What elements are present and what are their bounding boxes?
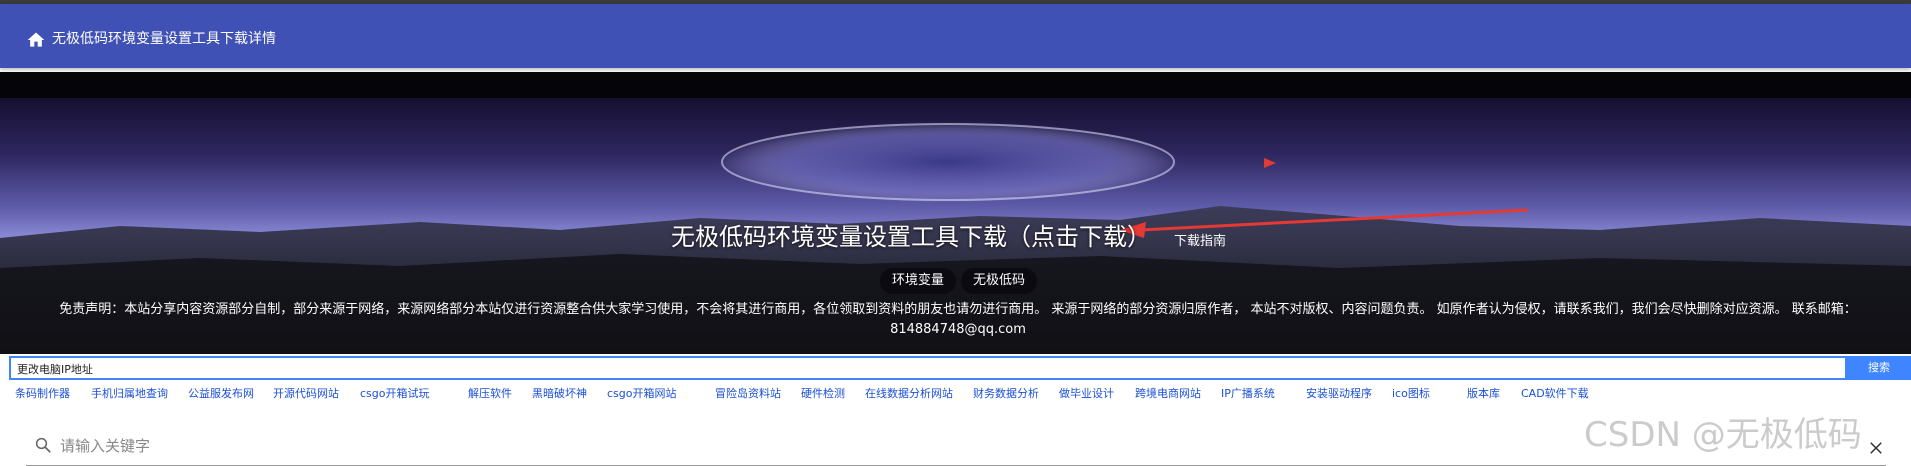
close-icon[interactable]: [1867, 439, 1885, 457]
quick-link[interactable]: 黑暗破坏神: [532, 385, 587, 401]
keyword-search-placeholder: 请输入关键字: [60, 437, 151, 455]
quick-link[interactable]: ico图标: [1392, 385, 1430, 401]
quick-link[interactable]: 硬件检测: [801, 385, 845, 401]
quick-link[interactable]: CAD软件下载: [1521, 385, 1589, 401]
quick-link[interactable]: 做毕业设计: [1059, 385, 1114, 401]
download-guide-link[interactable]: 下载指南: [1174, 230, 1226, 249]
tag-wuji-lowcode[interactable]: 无极低码: [961, 268, 1038, 294]
quick-link[interactable]: 在线数据分析网站: [865, 385, 953, 401]
search-box: [9, 356, 1847, 380]
app-bar: 无极低码环境变量设置工具下载详情: [0, 4, 1911, 68]
page-title: 无极低码环境变量设置工具下载详情: [52, 31, 276, 47]
quick-link[interactable]: 手机归属地查询: [91, 385, 168, 401]
quick-link[interactable]: csgo开箱网站: [607, 385, 677, 401]
banner-top-border: [0, 72, 1911, 98]
banner-arrow-pointer: [1264, 158, 1276, 168]
search-input[interactable]: [11, 358, 1719, 380]
quick-link[interactable]: IP广播系统: [1221, 385, 1275, 401]
quick-link[interactable]: 版本库: [1467, 385, 1500, 401]
download-title-link[interactable]: 无极低码环境变量设置工具下载（点击下载）: [671, 222, 1151, 252]
home-icon[interactable]: [26, 30, 46, 50]
quick-link[interactable]: 解压软件: [468, 385, 512, 401]
quick-link[interactable]: csgo开箱试玩: [360, 385, 430, 401]
quick-link[interactable]: 条码制作器: [15, 385, 70, 401]
quick-link[interactable]: 公益服发布网: [188, 385, 254, 401]
disclaimer-text: 免责声明：本站分享内容资源部分自制，部分来源于网络，来源网络部分本站仅进行资源整…: [59, 302, 1857, 337]
quick-link[interactable]: 安装驱动程序: [1306, 385, 1372, 401]
search-icon: [35, 437, 51, 453]
search-button[interactable]: 搜索: [1847, 356, 1911, 380]
tag-environment-variable[interactable]: 环境变量: [880, 268, 957, 294]
quick-link[interactable]: 开源代码网站: [273, 385, 339, 401]
quick-link[interactable]: 跨境电商网站: [1135, 385, 1201, 401]
quick-link[interactable]: 冒险岛资料站: [715, 385, 781, 401]
hero-banner: 无极低码环境变量设置工具下载（点击下载） 下载指南 环境变量 无极低码 免责声明…: [0, 98, 1911, 354]
quick-link[interactable]: 财务数据分析: [973, 385, 1039, 401]
csdn-watermark: CSDN @无极低码: [1584, 415, 1862, 455]
quick-links-bar: 条码制作器 手机归属地查询 公益服发布网 开源代码网站 csgo开箱试玩 解压软…: [0, 385, 1911, 403]
